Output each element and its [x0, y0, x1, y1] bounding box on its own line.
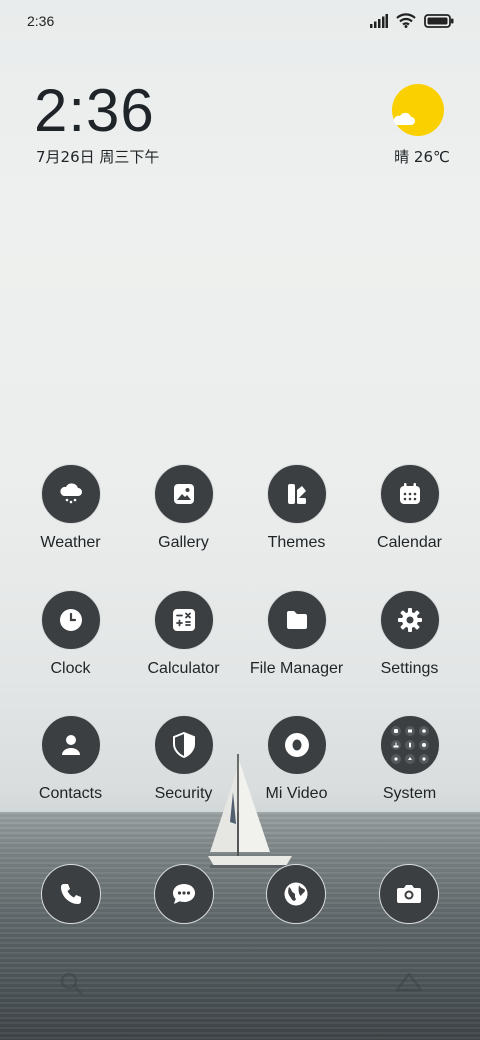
message-icon — [173, 884, 195, 904]
status-bar: 2:36 — [0, 0, 480, 40]
dock-browser[interactable] — [266, 864, 326, 924]
app-clock[interactable]: Clock — [14, 590, 127, 678]
person-icon — [40, 715, 101, 775]
folder-icon — [266, 590, 327, 650]
folder-grid-icon — [379, 715, 440, 775]
themes-icon — [266, 464, 327, 524]
app-system-folder[interactable]: System — [353, 715, 466, 803]
clock-widget-date: 7月26日 周三下午 — [36, 148, 160, 166]
app-calculator[interactable]: Calculator — [127, 590, 240, 678]
clock-widget-time[interactable]: 2:36 — [34, 76, 155, 145]
app-label: Settings — [380, 660, 439, 677]
camera-icon — [397, 885, 421, 903]
status-icons — [370, 13, 454, 28]
app-gallery[interactable]: Gallery — [127, 464, 240, 552]
dock-phone[interactable] — [41, 864, 101, 924]
app-label: Gallery — [158, 534, 209, 551]
gear-icon — [379, 590, 440, 650]
app-label: Contacts — [38, 785, 103, 802]
weather-summary: 晴 26℃ — [394, 148, 450, 166]
sailboat-wallpaper-image — [208, 754, 292, 868]
search-icon[interactable] — [58, 970, 84, 996]
app-themes[interactable]: Themes — [240, 464, 353, 552]
app-label: File Manager — [249, 660, 344, 677]
clock-icon — [40, 590, 101, 650]
app-label: Weather — [40, 534, 101, 551]
app-weather[interactable]: Weather — [14, 464, 127, 552]
dock-messages[interactable] — [154, 864, 214, 924]
phone-icon — [61, 884, 81, 904]
signal-icon — [370, 13, 388, 28]
image-icon — [153, 464, 214, 524]
cloud-icon — [393, 112, 415, 125]
dock-camera[interactable] — [379, 864, 439, 924]
browser-globe-icon — [284, 882, 308, 906]
assistant-icon[interactable] — [394, 970, 424, 994]
calendar-icon — [379, 464, 440, 524]
cloud-snow-icon — [40, 464, 101, 524]
app-contacts[interactable]: Contacts — [14, 715, 127, 803]
wifi-icon — [396, 13, 416, 28]
app-label: Calculator — [147, 660, 220, 677]
app-file-manager[interactable]: File Manager — [240, 590, 353, 678]
app-label: Clock — [50, 660, 91, 677]
app-label: Calendar — [377, 534, 442, 551]
app-calendar[interactable]: Calendar — [353, 464, 466, 552]
app-label: System — [382, 785, 437, 802]
status-time: 2:36 — [27, 13, 55, 29]
calculator-icon — [153, 590, 214, 650]
sun-icon — [392, 84, 444, 136]
app-settings[interactable]: Settings — [353, 590, 466, 678]
app-label: Themes — [267, 534, 326, 551]
battery-icon — [424, 13, 454, 28]
